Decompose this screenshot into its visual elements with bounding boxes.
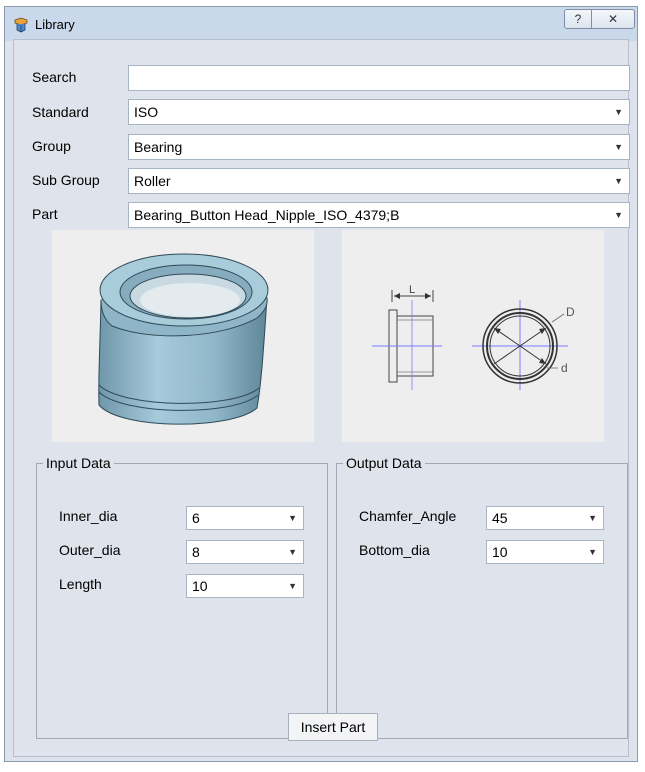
length-dropdown[interactable]: 10 ▼ <box>186 574 304 598</box>
chevron-down-icon: ▼ <box>288 513 297 523</box>
chevron-down-icon: ▼ <box>614 107 623 117</box>
inner-dia-dropdown[interactable]: 6 ▼ <box>186 506 304 530</box>
chamfer-angle-value: 45 <box>492 510 508 526</box>
chevron-down-icon: ▼ <box>588 547 597 557</box>
title-bar: Library ? ✕ <box>5 7 637 41</box>
insert-part-button[interactable]: Insert Part <box>288 713 378 741</box>
outer-dia-dropdown[interactable]: 8 ▼ <box>186 540 304 564</box>
dialog-body: Search Standard ISO ▼ Group Bearing ▼ Su… <box>13 39 630 757</box>
outer-dia-value: 8 <box>192 544 200 560</box>
inner-dia-value: 6 <box>192 510 200 526</box>
dimension-label-l: L <box>409 284 415 296</box>
group-label: Group <box>32 138 71 154</box>
close-button[interactable]: ✕ <box>591 9 635 29</box>
bottom-dia-label: Bottom_dia <box>359 542 430 558</box>
chevron-down-icon: ▼ <box>614 142 623 152</box>
dimension-label-inner: d <box>561 361 568 375</box>
outer-dia-label: Outer_dia <box>59 542 121 558</box>
chamfer-angle-dropdown[interactable]: 45 ▼ <box>486 506 604 530</box>
search-input[interactable] <box>128 65 630 91</box>
window-title: Library <box>35 17 75 32</box>
chevron-down-icon: ▼ <box>288 547 297 557</box>
part-dropdown[interactable]: Bearing_Button Head_Nipple_ISO_4379;B ▼ <box>128 202 630 228</box>
dimension-label-outer: D <box>566 305 575 319</box>
input-data-group: Input Data Inner_dia 6 ▼ Outer_dia 8 ▼ L… <box>36 455 328 739</box>
standard-value: ISO <box>134 104 159 120</box>
search-label: Search <box>32 69 77 85</box>
chevron-down-icon: ▼ <box>614 176 623 186</box>
chevron-down-icon: ▼ <box>288 581 297 591</box>
help-icon: ? <box>574 12 582 26</box>
part-3d-preview <box>52 230 314 442</box>
group-dropdown[interactable]: Bearing ▼ <box>128 134 630 160</box>
part-value: Bearing_Button Head_Nipple_ISO_4379;B <box>134 207 400 223</box>
part-2d-drawing: L D d <box>342 230 604 442</box>
help-button[interactable]: ? <box>564 9 592 29</box>
sub-group-value: Roller <box>134 173 171 189</box>
chevron-down-icon: ▼ <box>588 513 597 523</box>
output-data-title: Output Data <box>343 455 425 471</box>
standard-label: Standard <box>32 104 89 120</box>
library-app-icon <box>14 17 28 33</box>
library-dialog: Library ? ✕ Search Standard ISO ▼ Group … <box>4 6 638 762</box>
inner-dia-label: Inner_dia <box>59 508 118 524</box>
length-value: 10 <box>192 578 208 594</box>
sub-group-label: Sub Group <box>32 172 100 188</box>
input-data-title: Input Data <box>43 455 114 471</box>
chamfer-angle-label: Chamfer_Angle <box>359 508 457 524</box>
output-data-group: Output Data Chamfer_Angle 45 ▼ Bottom_di… <box>336 455 628 739</box>
sub-group-dropdown[interactable]: Roller ▼ <box>128 168 630 194</box>
chevron-down-icon: ▼ <box>614 210 623 220</box>
part-label: Part <box>32 206 58 222</box>
bearing-3d-image <box>98 253 269 425</box>
group-value: Bearing <box>134 139 183 155</box>
length-label: Length <box>59 576 102 592</box>
standard-dropdown[interactable]: ISO ▼ <box>128 99 630 125</box>
bearing-dimension-drawing: L D d <box>372 284 575 390</box>
close-icon: ✕ <box>607 12 619 26</box>
bottom-dia-value: 10 <box>492 544 508 560</box>
bottom-dia-dropdown[interactable]: 10 ▼ <box>486 540 604 564</box>
